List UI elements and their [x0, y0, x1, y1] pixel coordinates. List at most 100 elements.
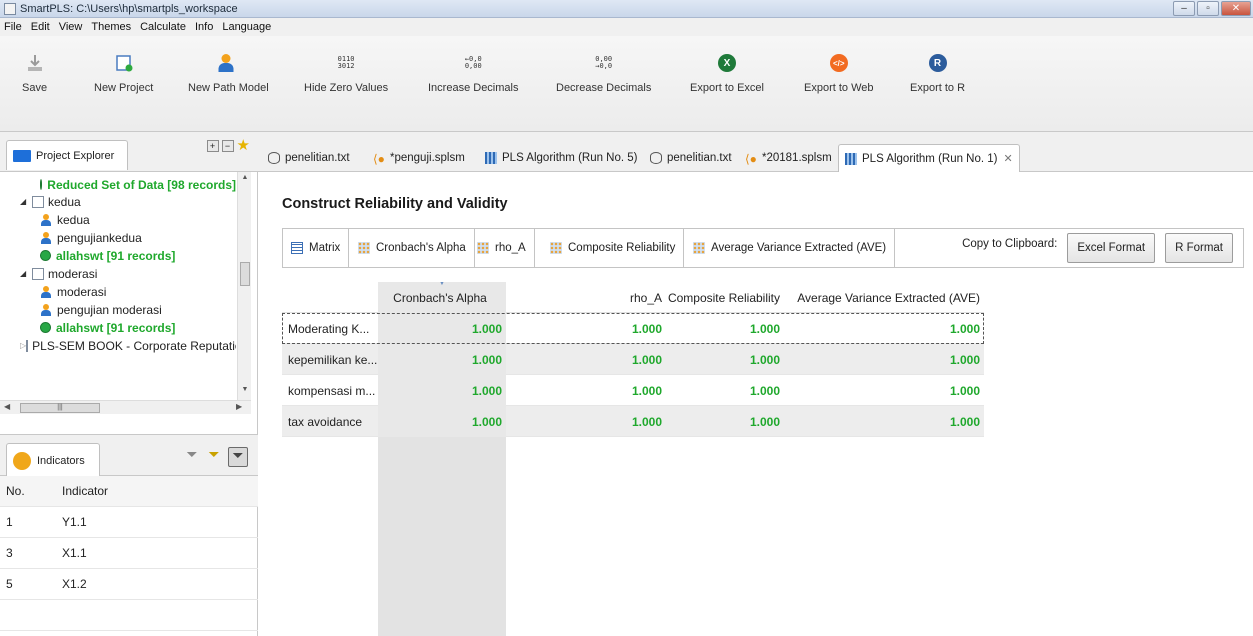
favorite-star-icon[interactable]: ★ [237, 138, 250, 153]
tab-20181-splsm[interactable]: ⟨● *20181.splsm [745, 144, 832, 172]
chart-icon [693, 242, 705, 254]
menu-edit[interactable]: Edit [31, 21, 50, 33]
increase-decimals-button[interactable]: ←0,0 0,00 Increase Decimals [428, 48, 518, 95]
table-row[interactable]: kepemilikan ke... 1.000 1.000 1.000 1.00… [282, 344, 984, 375]
tab-pls-run-5[interactable]: PLS Algorithm (Run No. 5) [485, 144, 638, 172]
tab-cronbachs-alpha[interactable]: Cronbach's Alpha [350, 229, 475, 267]
tree-item[interactable]: kedua [40, 211, 90, 228]
left-panel: Project Explorer + − ★ Reduced Set of Da… [0, 132, 258, 636]
filter-active-icon[interactable]: ⏷ [228, 447, 248, 467]
scrollbar-thumb[interactable]: ||| [20, 403, 100, 413]
export-excel-button[interactable]: X Export to Excel [690, 48, 764, 94]
scroll-left-icon[interactable]: ◀ [4, 402, 10, 411]
filter-icon[interactable]: ⏷ [184, 447, 200, 463]
expand-arrow-icon[interactable]: ◢ [20, 269, 32, 278]
r-format-button[interactable]: R Format [1165, 233, 1233, 263]
tree-horizontal-scrollbar[interactable]: ◀ ||| ▶ [0, 400, 251, 414]
model-icon: ⟨● [745, 152, 757, 166]
table-row[interactable]: 3 X1.1 [0, 538, 258, 569]
menu-language[interactable]: Language [222, 21, 271, 33]
toolbar: Save New Project New Path Model 0110 301… [0, 36, 1253, 132]
indicators-tab[interactable]: Indicators [6, 443, 100, 477]
new-project-button[interactable]: New Project [94, 48, 153, 94]
tree-item[interactable]: ▷ PLS-SEM BOOK - Corporate Reputation [20, 337, 236, 354]
column-header-composite[interactable]: Composite Reliability [666, 282, 784, 313]
tree-vertical-scrollbar[interactable]: ▲ ▼ [237, 172, 251, 400]
database-icon [268, 152, 280, 164]
project-icon [32, 195, 44, 208]
tab-ave[interactable]: Average Variance Extracted (AVE) [685, 229, 896, 267]
menu-file[interactable]: File [4, 21, 22, 33]
menu-view[interactable]: View [59, 21, 83, 33]
table-row[interactable]: kompensasi m... 1.000 1.000 1.000 1.000 [282, 375, 984, 406]
tree-item[interactable]: ◢ kedua [20, 193, 81, 210]
maximize-button[interactable]: ▫ [1197, 1, 1219, 16]
tree-item[interactable]: ◢ moderasi [20, 265, 97, 282]
r-icon: R [928, 54, 947, 72]
tab-penelitian-txt-2[interactable]: penelitian.txt [650, 144, 732, 172]
tab-matrix[interactable]: Matrix [283, 229, 350, 267]
filter-yellow-icon[interactable]: ⏷ [206, 447, 222, 463]
menu-themes[interactable]: Themes [91, 21, 131, 33]
close-tab-icon[interactable]: ✕ [1004, 152, 1013, 165]
close-button[interactable]: ✕ [1221, 1, 1251, 16]
tab-composite-reliability[interactable]: Composite Reliability [542, 229, 685, 267]
table-row[interactable]: tax avoidance 1.000 1.000 1.000 1.000 [282, 406, 984, 437]
chart-icon [358, 242, 370, 254]
matrix-icon [291, 242, 303, 254]
scroll-down-icon[interactable]: ▼ [238, 386, 252, 398]
new-path-model-button[interactable]: New Path Model [188, 48, 269, 94]
minimize-button[interactable]: – [1173, 1, 1195, 16]
table-row[interactable]: Moderating K... 1.000 1.000 1.000 1.000 [282, 313, 984, 344]
tree-item[interactable]: allahswt [91 records] [40, 247, 175, 264]
menu-info[interactable]: Info [195, 21, 213, 33]
column-header-cronbach[interactable]: ▼ Cronbach's Alpha [378, 282, 506, 313]
excel-format-button[interactable]: Excel Format [1067, 233, 1156, 263]
decrease-decimals-button[interactable]: 0,00 →0,0 Decrease Decimals [556, 48, 651, 95]
menu-calculate[interactable]: Calculate [140, 21, 186, 33]
path-model-icon [217, 54, 235, 72]
page-title: Construct Reliability and Validity [282, 196, 508, 212]
report-icon [485, 152, 497, 164]
database-icon [40, 179, 43, 190]
copy-to-clipboard: Copy to Clipboard: Excel Format R Format [962, 233, 1233, 263]
tree-item[interactable]: pengujian moderasi [40, 301, 162, 318]
tree-item[interactable]: allahswt [91 records] [40, 319, 175, 336]
table-header-row: ▼ Cronbach's Alpha rho_A Composite Relia… [282, 282, 984, 313]
model-icon [40, 303, 52, 316]
export-web-button[interactable]: </> Export to Web [804, 48, 874, 94]
tab-rho-a[interactable]: rho_A [469, 229, 535, 267]
tree-item[interactable]: moderasi [40, 283, 106, 300]
database-icon [650, 152, 662, 164]
tree-item[interactable]: pengujiankedua [40, 229, 142, 246]
indicators-table: No. Indicator 1 Y1.1 3 X1.1 5 X1.2 [0, 476, 258, 631]
save-button[interactable]: Save [22, 48, 47, 94]
hide-zero-values-button[interactable]: 0110 3012 Hide Zero Values [304, 48, 388, 95]
expand-arrow-icon[interactable]: ◢ [20, 197, 32, 206]
project-icon [32, 267, 44, 280]
new-project-icon [115, 55, 133, 72]
decrease-decimals-icon: 0,00 →0,0 [595, 55, 613, 70]
tab-penelitian-txt[interactable]: penelitian.txt [268, 144, 350, 172]
column-header-ave[interactable]: Average Variance Extracted (AVE) [784, 282, 984, 313]
scrollbar-thumb[interactable] [240, 262, 250, 286]
expand-all-icon[interactable]: + [206, 140, 219, 152]
tab-penguji-splsm[interactable]: ⟨● *penguji.splsm [373, 144, 465, 172]
chart-icon [550, 242, 562, 254]
collapse-all-icon[interactable]: − [221, 140, 234, 152]
scroll-up-icon[interactable]: ▲ [238, 174, 252, 186]
column-header-rho-a[interactable]: rho_A [506, 282, 666, 313]
table-row[interactable]: 1 Y1.1 [0, 507, 258, 538]
export-r-button[interactable]: R Export to R [910, 48, 965, 94]
indicators-header: Indicators ⏷ ⏷ ⏷ [0, 434, 258, 477]
menu-bar: File Edit View Themes Calculate Info Lan… [0, 18, 1253, 36]
tab-pls-run-1[interactable]: PLS Algorithm (Run No. 1) ✕ [838, 144, 1020, 172]
editor-tabs: penelitian.txt ⟨● *penguji.splsm PLS Alg… [258, 132, 1253, 172]
project-explorer-tab[interactable]: Project Explorer [6, 140, 128, 170]
scroll-right-icon[interactable]: ▶ [236, 402, 242, 411]
model-icon [40, 285, 52, 298]
chart-icon [477, 242, 489, 254]
tree-item[interactable]: Reduced Set of Data [98 records] [40, 176, 236, 193]
table-row[interactable]: 5 X1.2 [0, 569, 258, 600]
model-icon [40, 231, 52, 244]
